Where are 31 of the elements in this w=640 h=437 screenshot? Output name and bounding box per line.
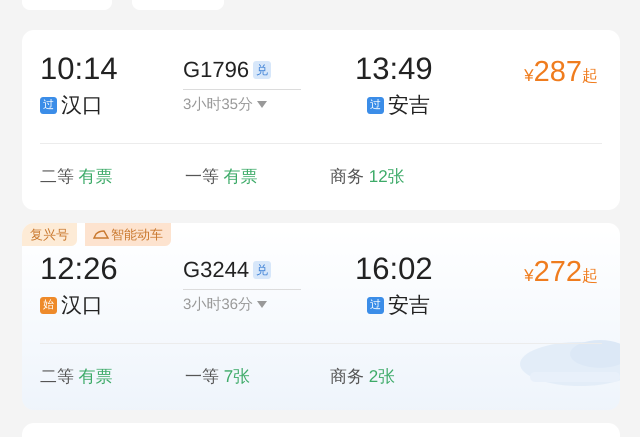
seat-availability: 二等 有票 bbox=[40, 366, 114, 388]
train-tag: 智能动车 bbox=[85, 222, 171, 246]
arrival-time: 13:49 bbox=[355, 50, 434, 88]
station-name: 汉口 bbox=[61, 292, 103, 319]
station-name: 汉口 bbox=[61, 92, 103, 119]
seat-availability: 二等 有票 bbox=[40, 166, 114, 188]
train-card[interactable]: 复兴号 智能动车 12:26 始 汉口 G3244 兑 3小时36分 16:02 过 安吉 ¥272起 二等 有票 一等 7张 商务 2张 bbox=[22, 222, 620, 410]
departure-time: 10:14 bbox=[40, 50, 119, 88]
station-name: 安吉 bbox=[388, 292, 430, 319]
train-card[interactable]: 10:14 过 汉口 G1796 兑 3小时35分 13:49 过 安吉 ¥287起 二等 有票 一等 有票 商务 12张 bbox=[22, 30, 620, 210]
arrival-time: 16:02 bbox=[355, 250, 434, 288]
seat-availability: 一等 7张 bbox=[185, 366, 252, 388]
station-badge: 过 bbox=[367, 297, 384, 314]
price: ¥272起 bbox=[524, 255, 598, 290]
station-name: 安吉 bbox=[388, 92, 430, 119]
station-badge: 过 bbox=[40, 97, 57, 114]
dropdown-icon bbox=[257, 101, 268, 108]
exchange-badge: 兑 bbox=[253, 60, 272, 79]
dropdown-icon bbox=[257, 301, 268, 308]
train-number: G3244 bbox=[183, 256, 250, 284]
train-number: G1796 bbox=[183, 56, 250, 84]
station-badge: 始 bbox=[40, 297, 57, 314]
train-tag: 复兴号 bbox=[22, 222, 77, 246]
seat-availability: 商务 2张 bbox=[330, 366, 396, 388]
price: ¥287起 bbox=[524, 55, 598, 90]
seat-availability: 一等 有票 bbox=[185, 166, 259, 188]
train-icon bbox=[93, 230, 109, 239]
station-badge: 过 bbox=[367, 97, 384, 114]
exchange-badge: 兑 bbox=[253, 260, 272, 279]
seat-availability: 商务 12张 bbox=[330, 166, 406, 188]
departure-time: 12:26 bbox=[40, 250, 119, 288]
